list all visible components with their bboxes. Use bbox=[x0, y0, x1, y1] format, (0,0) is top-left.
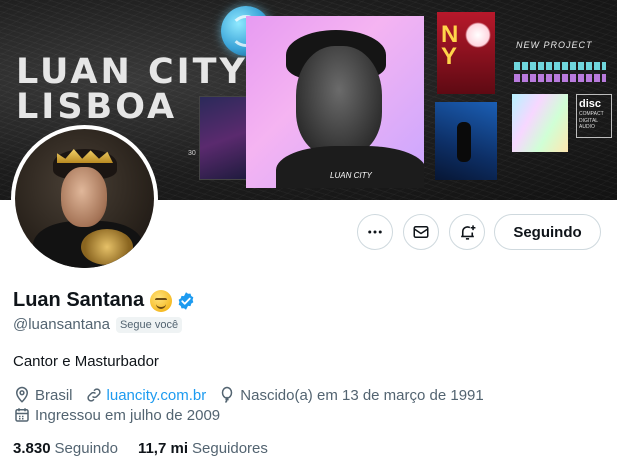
banner-holographic-card bbox=[512, 94, 568, 152]
verified-badge-icon[interactable] bbox=[176, 291, 196, 311]
name-row: Luan Santana bbox=[13, 289, 196, 312]
banner-photo-caption: LUAN CITY bbox=[330, 171, 372, 180]
message-button[interactable] bbox=[403, 214, 439, 250]
profile-meta: Brasil luancity.com.br Nascido(a) em 13 … bbox=[13, 386, 496, 404]
ellipsis-icon bbox=[368, 230, 382, 234]
birthday: Nascido(a) em 13 de março de 1991 bbox=[218, 386, 484, 404]
followers-count: 11,7 mi bbox=[137, 440, 188, 456]
display-name: Luan Santana bbox=[13, 289, 145, 311]
avatar[interactable] bbox=[11, 125, 158, 272]
website-link[interactable]: luancity.com.br bbox=[107, 387, 207, 404]
followers-label: Seguidores bbox=[192, 440, 268, 456]
banner-title-line2: LISBOA bbox=[16, 87, 178, 127]
balloon-icon bbox=[222, 386, 233, 404]
followers-stat[interactable]: 11,7 mi Seguidores bbox=[138, 440, 268, 456]
banner-disc-logo: disc COMPACT DIGITAL AUDIO bbox=[576, 94, 612, 138]
smiling-face-emoji-icon bbox=[150, 289, 173, 312]
banner-arrows-decoration bbox=[514, 62, 606, 70]
banner-new-project: NEW PROJECT bbox=[516, 40, 593, 50]
calendar-icon bbox=[15, 408, 29, 422]
follows-you-badge: Segue você bbox=[115, 316, 183, 333]
banner-side-number: 30 bbox=[188, 150, 196, 157]
location-text: Brasil bbox=[35, 386, 73, 404]
bell-plus-icon bbox=[460, 224, 475, 240]
following-button[interactable]: Seguindo bbox=[494, 214, 601, 250]
more-options-button[interactable] bbox=[357, 214, 393, 250]
banner-stage-photo bbox=[435, 102, 497, 180]
banner-main-photo: LUAN CITY bbox=[246, 16, 424, 188]
location-pin-icon bbox=[15, 386, 29, 403]
following-count: 3.830 bbox=[13, 440, 51, 456]
link-icon bbox=[86, 388, 101, 402]
joined-text: Ingressou em julho de 2009 bbox=[35, 406, 221, 424]
website: luancity.com.br bbox=[85, 386, 207, 404]
birthday-text: Nascido(a) em 13 de março de 1991 bbox=[240, 386, 484, 404]
banner-title-line1: LUAN CITY bbox=[16, 52, 248, 92]
profile-meta-joined: Ingressou em julho de 2009 bbox=[13, 406, 232, 424]
location: Brasil bbox=[13, 386, 73, 404]
bio: Cantor e Masturbador bbox=[13, 353, 159, 370]
handle: @luansantana bbox=[13, 316, 110, 333]
joined: Ingressou em julho de 2009 bbox=[13, 406, 220, 424]
envelope-icon bbox=[413, 226, 429, 238]
banner-arrows-decoration-2 bbox=[514, 74, 606, 82]
banner-ny-photo: NY bbox=[437, 12, 495, 94]
notifications-button[interactable] bbox=[449, 214, 485, 250]
following-label: Seguindo bbox=[54, 440, 118, 456]
avatar-photo bbox=[15, 129, 154, 268]
follow-stats: 3.830 Seguindo 11,7 mi Seguidores bbox=[13, 440, 288, 456]
following-stat[interactable]: 3.830 Seguindo bbox=[13, 440, 118, 456]
handle-row: @luansantana Segue você bbox=[13, 316, 183, 333]
